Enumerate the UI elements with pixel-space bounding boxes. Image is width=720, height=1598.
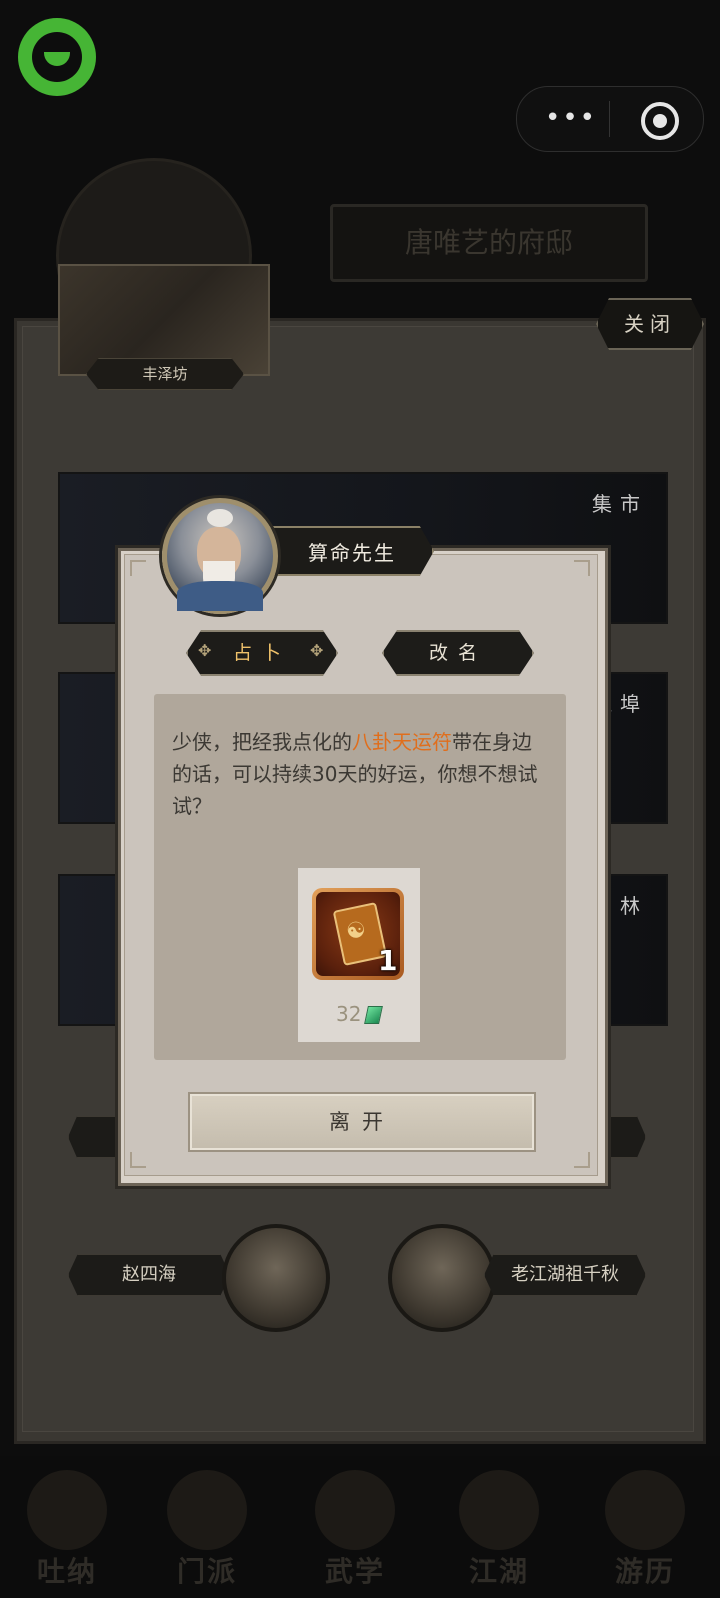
nav-label: 江湖 <box>468 1555 529 1588</box>
nav-label: 门派 <box>176 1555 237 1588</box>
nav-item-travel[interactable]: 游历 <box>590 1470 700 1590</box>
residence-title: 唐唯艺的府邸 <box>330 204 648 282</box>
nav-label: 武学 <box>324 1555 385 1588</box>
ornament-icon: ✥ <box>198 641 222 660</box>
mini-program-capsule: ••• <box>516 86 704 152</box>
npc-name-tag: 算命先生 <box>256 526 434 576</box>
nav-item-sect[interactable]: 门派 <box>152 1470 262 1590</box>
capsule-divider <box>609 101 610 137</box>
fortune-teller-portrait <box>162 498 278 614</box>
more-dots-icon[interactable]: ••• <box>545 105 597 131</box>
ornament-icon: ✥ <box>310 641 334 660</box>
leave-button[interactable]: 离开 <box>188 1092 536 1152</box>
martial-arts-icon <box>315 1470 395 1550</box>
npc-avatar-lao-jianghu[interactable] <box>388 1224 496 1332</box>
tab-label: 占卜 <box>232 642 291 664</box>
nav-item-jianghu[interactable]: 江湖 <box>444 1470 554 1590</box>
item-count: 1 <box>378 944 398 977</box>
nav-label: 吐纳 <box>36 1555 97 1588</box>
npc-avatar-zhao-sihai[interactable] <box>222 1224 330 1332</box>
travel-icon <box>605 1470 685 1550</box>
portrait-robe <box>177 581 263 611</box>
jianghu-icon <box>459 1470 539 1550</box>
tab-rename[interactable]: 改名 <box>382 630 534 676</box>
npc-tag-lao-jianghu[interactable]: 老江湖祖千秋 <box>484 1254 646 1296</box>
map-label: 丰泽坊 <box>86 358 244 390</box>
nav-item-martial-arts[interactable]: 武学 <box>300 1470 410 1590</box>
corner-ornament <box>574 1152 590 1168</box>
close-button[interactable]: 关闭 <box>596 298 704 350</box>
nav-label: 游历 <box>614 1555 675 1588</box>
dialog-message: 少侠，把经我点化的八卦天运符带在身边的话，可以持续30天的好运，你想不想试试？ <box>172 726 548 822</box>
portrait-hair <box>207 509 233 527</box>
npc-tag-zhao-sihai[interactable]: 赵四海 <box>68 1254 230 1296</box>
breathing-icon <box>27 1470 107 1550</box>
tab-divination[interactable]: ✥ 占卜 ✥ <box>186 630 338 676</box>
nav-item-breathing[interactable]: 吐纳 <box>12 1470 122 1590</box>
item-price: 32 <box>336 1002 362 1026</box>
close-miniprogram-icon[interactable] <box>641 102 679 140</box>
sect-icon <box>167 1470 247 1550</box>
corner-ornament <box>574 560 590 576</box>
highlighted-item-name: 八卦天运符 <box>352 730 452 754</box>
tab-label: 改名 <box>428 642 487 664</box>
corner-ornament <box>130 560 146 576</box>
corner-ornament <box>130 1152 146 1168</box>
location-name: 集市 <box>592 492 648 516</box>
message-text: 少侠，把经我点化的 <box>172 730 352 754</box>
